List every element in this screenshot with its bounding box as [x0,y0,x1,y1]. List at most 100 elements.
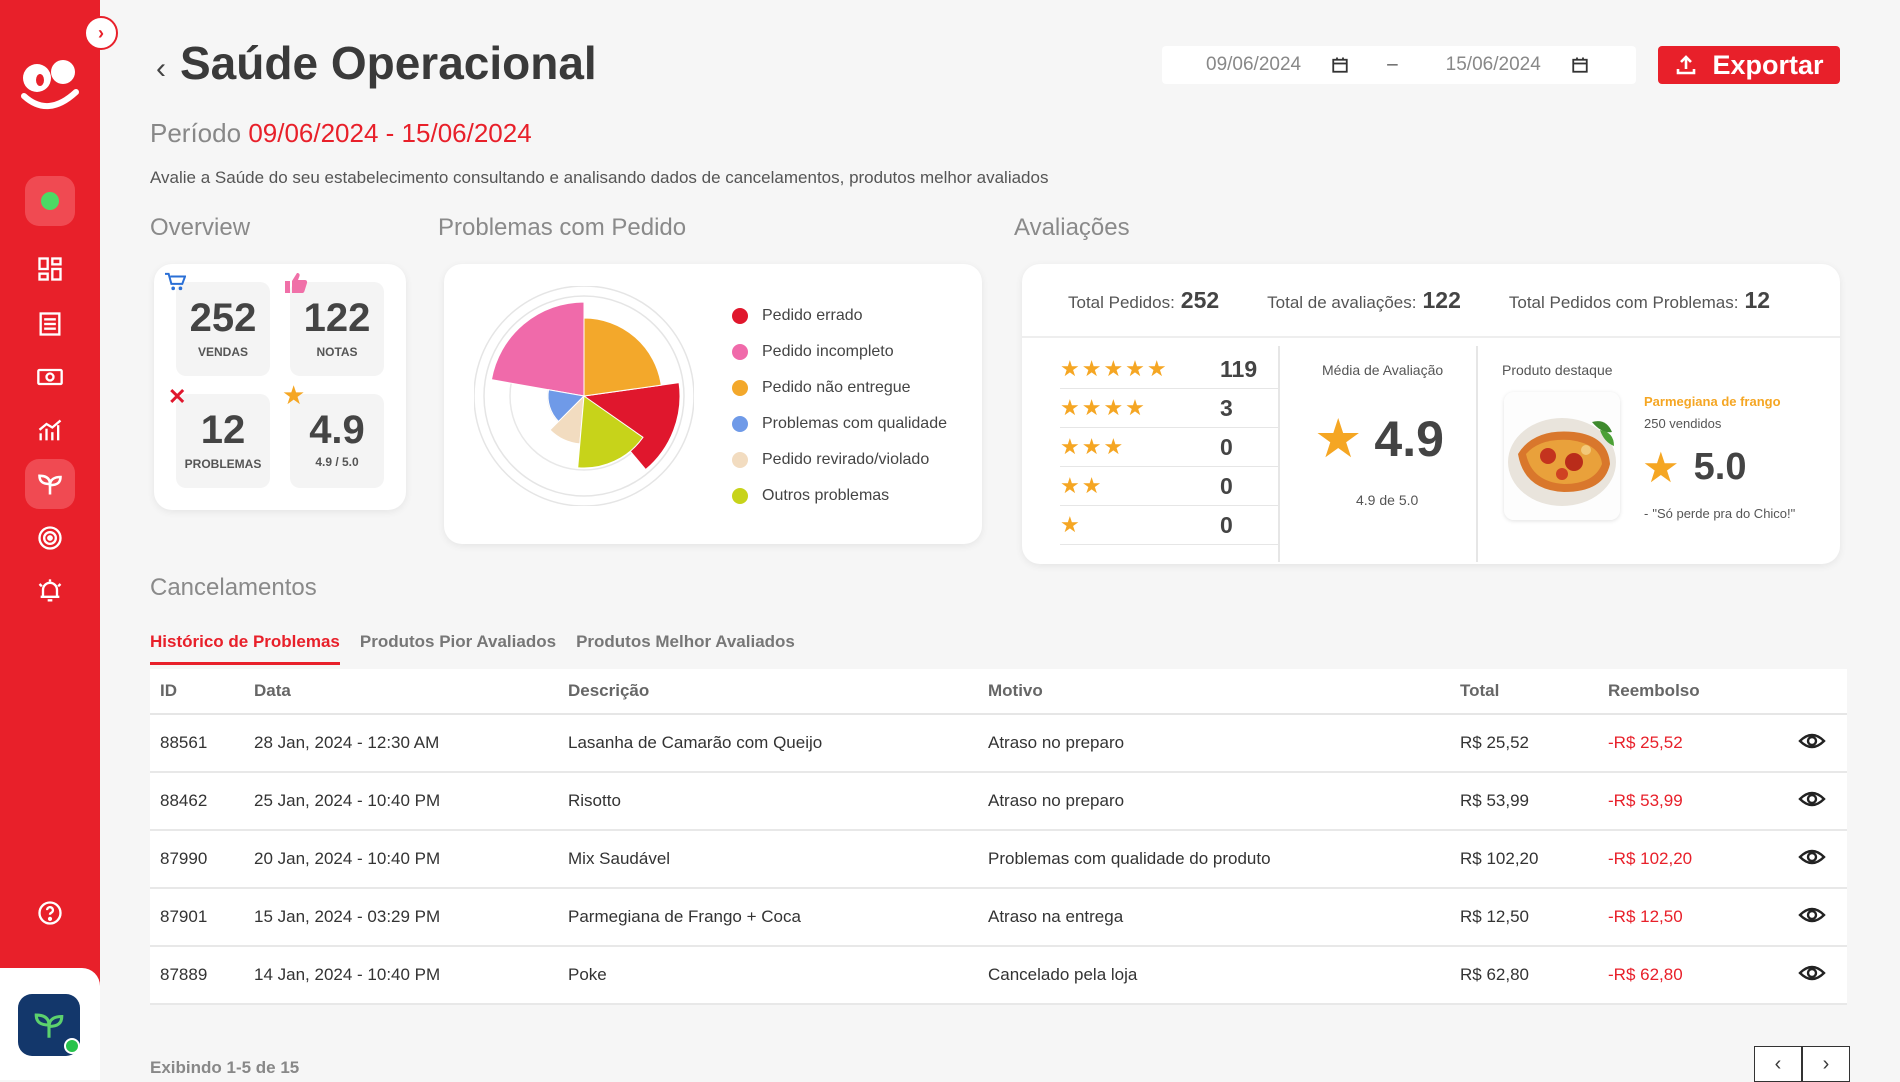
help-icon[interactable] [25,888,75,938]
analytics-icon[interactable] [25,406,75,456]
calendar-icon[interactable] [1331,56,1349,74]
divider [1278,346,1280,562]
period-text: Período 09/06/2024 - 15/06/2024 [150,118,532,149]
table-row[interactable]: 87901 15 Jan, 2024 - 03:29 PM Parmegiana d… [150,889,1847,947]
end-date-field[interactable]: 15/06/2024 [1436,54,1589,76]
star-icon: ★ [1642,443,1680,491]
date-range-picker: 09/06/2024 – 15/06/2024 [1162,46,1636,84]
featured-rating-value: 5.0 [1693,446,1747,488]
cell-date: 25 Jan, 2024 - 10:40 PM [254,791,441,810]
date-separator: – [1387,54,1398,75]
ratings-card: Total Pedidos: 252 Total de avaliações: 12… [1022,264,1840,564]
view-eye-icon[interactable] [1798,847,1847,872]
ratings-title: Avaliações [1014,214,1130,241]
legend-dot [732,308,748,324]
cart-icon [164,272,187,298]
view-eye-icon[interactable] [1798,905,1847,930]
view-eye-icon[interactable] [1798,963,1847,988]
pagination-controls: ‹ › [1754,1046,1850,1082]
cell-id: 87990 [160,849,208,868]
featured-label: Produto destaque [1502,362,1613,378]
money-icon[interactable] [25,352,75,402]
cell-refund: -R$ 25,52 [1608,733,1683,752]
stars-icon: ★ [1060,512,1082,537]
legend-item[interactable]: Pedido incompleto [732,334,947,370]
legend-label: Problemas com qualidade [762,415,947,432]
cell-date: 14 Jan, 2024 - 10:40 PM [254,965,441,984]
legend-item[interactable]: Outros problemas [732,478,947,514]
legend-dot [732,416,748,432]
legend-item[interactable]: Pedido não entregue [732,370,947,406]
orders-list-icon[interactable] [25,299,75,349]
legend-item[interactable]: Pedido revirado/violado [732,442,947,478]
legend-item[interactable]: Pedido errado [732,298,947,334]
featured-quote: - "Só perde pra do Chico!" [1644,506,1796,521]
problems-label: PROBLEMAS [184,457,262,471]
total-problems: Total Pedidos com Problemas: 12 [1509,287,1770,314]
legend-label: Pedido não entregue [762,379,911,396]
col-total[interactable]: Total [1460,681,1608,701]
back-chevron-icon[interactable]: ‹ [156,52,166,86]
page-description: Avalie a Saúde do seu estabelecimento co… [150,168,1049,187]
calendar-icon[interactable] [1571,56,1589,74]
rating-count: 0 [1220,433,1233,460]
next-page-button[interactable]: › [1802,1046,1850,1082]
store-online-indicator [64,1038,80,1054]
table-row[interactable]: 88561 28 Jan, 2024 - 12:30 AM Lasanha de C… [150,715,1847,773]
tab-problem-history[interactable]: Histórico de Problemas [150,632,340,665]
stars-icon: ★★★★★ [1060,356,1169,381]
close-x-icon: ✕ [168,384,187,409]
tab-best-rated[interactable]: Produtos Melhor Avaliados [576,632,795,665]
status-online-icon[interactable] [25,176,75,226]
total-problems-label: Total Pedidos com Problemas: [1508,292,1739,312]
col-date[interactable]: Data [254,681,568,701]
col-id[interactable]: ID [150,681,254,701]
cell-total: R$ 62,80 [1460,965,1529,984]
rating-count: 119 [1220,355,1258,382]
view-eye-icon[interactable] [1798,789,1847,814]
health-sprout-icon[interactable] [25,459,75,509]
cell-description: Risotto [568,791,621,810]
period-label: Período [150,118,242,148]
polar-slice[interactable] [490,301,585,397]
notes-value: 122 [303,296,371,340]
table-row[interactable]: 88462 25 Jan, 2024 - 10:40 PM Risotto Atras… [150,773,1847,831]
sidebar-expand-button[interactable]: › [84,16,118,50]
table-row[interactable]: 87889 14 Jan, 2024 - 10:40 PM Poke Cancelad… [150,947,1847,1005]
polar-slice[interactable] [583,317,662,397]
cell-description: Parmegiana de Frango + Coca [568,907,801,926]
col-refund[interactable]: Reembolso [1608,681,1798,701]
cell-total: R$ 25,52 [1460,733,1529,752]
cell-description: Mix Saudável [568,849,671,868]
sidebar [0,0,100,1080]
legend-label: Pedido revirado/violado [762,451,930,468]
view-eye-icon[interactable] [1798,731,1847,756]
export-button[interactable]: Exportar [1658,46,1840,84]
alarm-bell-icon[interactable] [25,566,75,616]
problems-value: 12 [200,408,246,452]
target-icon[interactable] [25,513,75,563]
col-reason[interactable]: Motivo [988,681,1460,701]
rating-distribution-row: ★★ 0 [1060,467,1278,506]
rating-value: 4.9 [309,408,365,452]
total-ratings: Total de avaliações: 122 [1267,287,1461,314]
prev-page-button[interactable]: ‹ [1754,1046,1802,1082]
pagination-status: Exibindo 1-5 de 15 [150,1058,300,1077]
upload-icon [1677,55,1696,75]
rating-count: 0 [1220,511,1233,538]
legend-item[interactable]: Problemas com qualidade [732,406,947,442]
featured-quote-text: "Só perde pra do Chico!" [1652,506,1796,521]
average-display: ★ 4.9 [1314,410,1444,468]
dashboard-icon[interactable] [25,244,75,294]
divider [1476,346,1478,562]
cell-refund: -R$ 102,20 [1608,849,1693,868]
col-description[interactable]: Descrição [568,681,988,701]
cell-id: 87889 [160,965,208,984]
tab-worst-rated[interactable]: Produtos Pior Avaliados [360,632,556,665]
overview-card: 252 VENDAS 122 NOTAS 12 PROBLEMAS ✕ 4.9 … [154,264,406,510]
average-value: 4.9 [1374,411,1444,467]
legend-dot [732,452,748,468]
start-date-field[interactable]: 09/06/2024 [1162,54,1349,76]
problems-table: ID Data Descrição Motivo Total Reembolso… [150,669,1847,1005]
table-row[interactable]: 87990 20 Jan, 2024 - 10:40 PM Mix Saudável… [150,831,1847,889]
